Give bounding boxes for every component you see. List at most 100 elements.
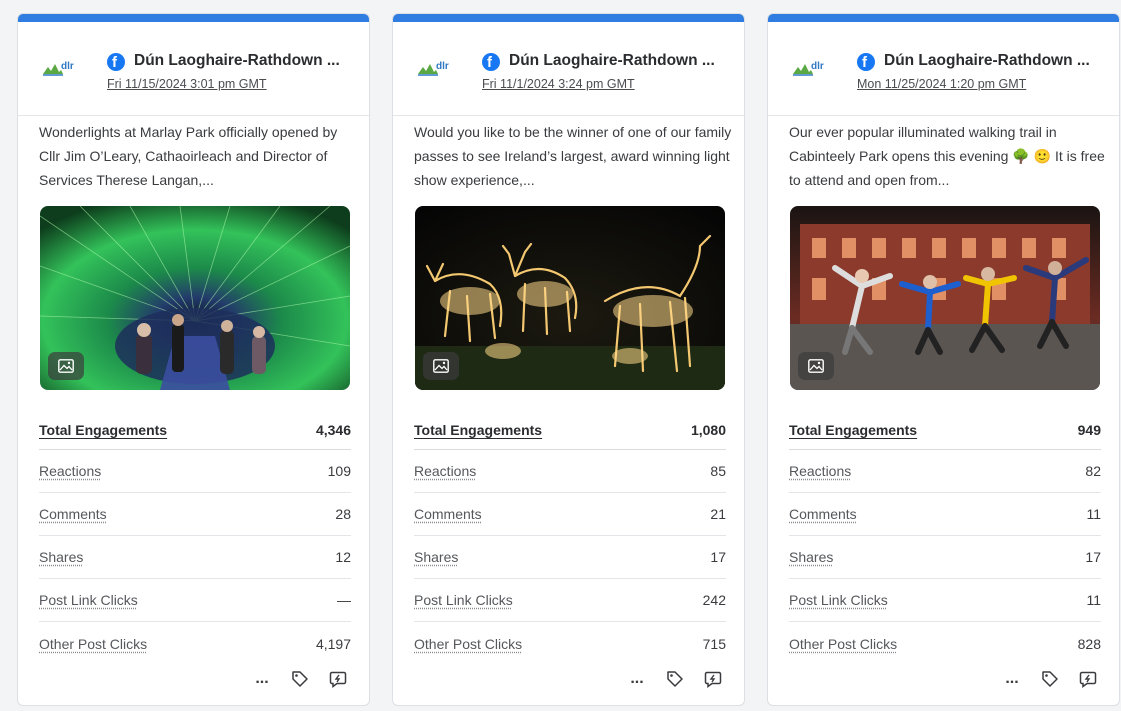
post-date-link[interactable]: Fri 11/15/2024 3:01 pm GMT: [107, 77, 267, 91]
logo-text: dlr: [811, 61, 824, 72]
post-text: Would you like to be the winner of one o…: [414, 124, 732, 188]
card-accent-bar: [768, 14, 1119, 22]
metric-label[interactable]: Total Engagements: [414, 422, 542, 438]
reply-icon[interactable]: [702, 668, 724, 690]
metric-value: 82: [1085, 463, 1101, 479]
metric-value: 11: [1086, 592, 1101, 608]
reply-icon[interactable]: [1077, 668, 1099, 690]
image-icon: [48, 352, 84, 380]
metric-label[interactable]: Other Post Clicks: [414, 636, 522, 652]
metric-label[interactable]: Post Link Clicks: [39, 592, 138, 608]
metric-value: 17: [710, 549, 726, 565]
card-header: dlr f Dún Laoghaire-Rathdown ... Fri 11/…: [393, 22, 744, 116]
post-image[interactable]: [40, 206, 350, 390]
metric-value: 12: [335, 549, 351, 565]
metric-value: 85: [710, 463, 726, 479]
metric-value: 1,080: [690, 421, 726, 438]
reply-icon[interactable]: [327, 668, 349, 690]
tag-icon[interactable]: [289, 668, 311, 690]
metric-value: 109: [327, 463, 351, 479]
metric-row-total-engagements: Total Engagements 1,080: [414, 410, 726, 450]
page-name[interactable]: Dún Laoghaire-Rathdown ...: [884, 52, 1090, 70]
post-card[interactable]: dlr f Dún Laoghaire-Rathdown ... Fri 11/…: [17, 13, 370, 706]
metric-row-total-engagements: Total Engagements 4,346: [39, 410, 351, 450]
card-header: dlr f Dún Laoghaire-Rathdown ... Fri 11/…: [18, 22, 369, 116]
logo-text: dlr: [436, 61, 449, 72]
metric-value: 17: [1085, 549, 1101, 565]
tag-icon[interactable]: [664, 668, 686, 690]
metric-label[interactable]: Other Post Clicks: [39, 636, 147, 652]
metric-label[interactable]: Comments: [39, 506, 107, 522]
metric-value: 4,197: [315, 635, 351, 652]
card-header: dlr f Dún Laoghaire-Rathdown ... Mon 11/…: [768, 22, 1119, 116]
metric-value: 4,346: [315, 421, 351, 438]
dlr-logo: dlr: [43, 60, 91, 78]
card-accent-bar: [18, 14, 369, 22]
dlr-logo: dlr: [793, 60, 841, 78]
card-actions: ...: [1001, 668, 1099, 690]
metric-value: 21: [710, 506, 726, 522]
metric-row-reactions: Reactions 85: [414, 450, 726, 493]
card-accent-bar: [393, 14, 744, 22]
metric-label[interactable]: Total Engagements: [789, 422, 917, 438]
metric-value: —: [337, 592, 351, 608]
card-actions: ...: [251, 668, 349, 690]
metric-row-reactions: Reactions 109: [39, 450, 351, 493]
metric-value: 828: [1077, 635, 1101, 652]
metric-value: 11: [1086, 506, 1101, 522]
metric-label[interactable]: Total Engagements: [39, 422, 167, 438]
metric-label[interactable]: Reactions: [789, 463, 851, 479]
metric-row-comments: Comments 28: [39, 493, 351, 536]
metric-row-post-link-clicks: Post Link Clicks 11: [789, 579, 1101, 622]
post-text: Wonderlights at Marlay Park officially o…: [39, 124, 338, 188]
card-actions: ...: [626, 668, 724, 690]
post-image[interactable]: [790, 206, 1100, 390]
metric-row-other-post-clicks: Other Post Clicks 715: [414, 622, 726, 665]
more-icon[interactable]: ...: [1001, 668, 1023, 690]
facebook-icon: f: [107, 53, 125, 71]
metric-label[interactable]: Shares: [39, 549, 83, 565]
dlr-logo: dlr: [418, 60, 466, 78]
post-card[interactable]: dlr f Dún Laoghaire-Rathdown ... Mon 11/…: [767, 13, 1120, 706]
post-text: Our ever popular illuminated walking tra…: [789, 124, 1105, 188]
post-date-link[interactable]: Fri 11/1/2024 3:24 pm GMT: [482, 77, 635, 91]
metric-label[interactable]: Post Link Clicks: [414, 592, 513, 608]
post-date-link[interactable]: Mon 11/25/2024 1:20 pm GMT: [857, 77, 1026, 91]
metric-value: 949: [1077, 421, 1101, 438]
metric-label[interactable]: Reactions: [39, 463, 101, 479]
post-image[interactable]: [415, 206, 725, 390]
metrics-list: Total Engagements 1,080 Reactions 85 Com…: [414, 410, 726, 665]
metric-row-shares: Shares 17: [414, 536, 726, 579]
post-cards: dlr f Dún Laoghaire-Rathdown ... Fri 11/…: [0, 0, 1121, 711]
metric-row-post-link-clicks: Post Link Clicks —: [39, 579, 351, 622]
metric-label[interactable]: Post Link Clicks: [789, 592, 888, 608]
post-card[interactable]: dlr f Dún Laoghaire-Rathdown ... Fri 11/…: [392, 13, 745, 706]
image-icon: [798, 352, 834, 380]
more-icon[interactable]: ...: [626, 668, 648, 690]
metric-row-shares: Shares 12: [39, 536, 351, 579]
metrics-list: Total Engagements 949 Reactions 82 Comme…: [789, 410, 1101, 665]
page-name[interactable]: Dún Laoghaire-Rathdown ...: [509, 52, 715, 70]
page-name[interactable]: Dún Laoghaire-Rathdown ...: [134, 52, 340, 70]
metric-row-total-engagements: Total Engagements 949: [789, 410, 1101, 450]
image-icon: [423, 352, 459, 380]
metric-value: 242: [702, 592, 726, 608]
facebook-icon: f: [857, 53, 875, 71]
metric-label[interactable]: Other Post Clicks: [789, 636, 897, 652]
metric-row-shares: Shares 17: [789, 536, 1101, 579]
tag-icon[interactable]: [1039, 668, 1061, 690]
metric-label[interactable]: Shares: [414, 549, 458, 565]
facebook-icon: f: [482, 53, 500, 71]
metric-label[interactable]: Shares: [789, 549, 833, 565]
metric-label[interactable]: Reactions: [414, 463, 476, 479]
metric-row-post-link-clicks: Post Link Clicks 242: [414, 579, 726, 622]
metric-label[interactable]: Comments: [789, 506, 857, 522]
more-icon[interactable]: ...: [251, 668, 273, 690]
metrics-list: Total Engagements 4,346 Reactions 109 Co…: [39, 410, 351, 665]
metric-label[interactable]: Comments: [414, 506, 482, 522]
metric-row-reactions: Reactions 82: [789, 450, 1101, 493]
metric-row-comments: Comments 21: [414, 493, 726, 536]
metric-row-other-post-clicks: Other Post Clicks 4,197: [39, 622, 351, 665]
metric-value: 28: [335, 506, 351, 522]
metric-value: 715: [702, 635, 726, 652]
